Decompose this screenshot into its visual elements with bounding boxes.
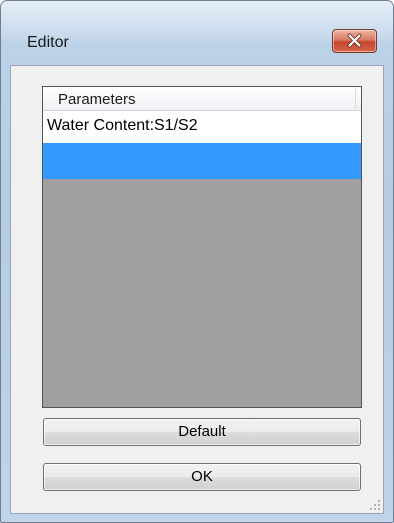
ok-button[interactable]: OK — [43, 463, 361, 491]
parameters-list[interactable]: Parameters Water Content:S1/S2 — [42, 86, 362, 408]
list-item-label: Water Content:S1/S2 — [47, 117, 198, 134]
dialog-body: Parameters Water Content:S1/S2 Default O… — [10, 65, 384, 514]
list-item-selected[interactable] — [43, 143, 361, 179]
column-header-label: Parameters — [58, 91, 136, 108]
close-button[interactable] — [332, 29, 377, 53]
ok-button-label: OK — [191, 468, 213, 485]
default-button-label: Default — [178, 423, 226, 440]
close-icon — [347, 33, 362, 48]
list-header: Parameters — [43, 87, 361, 111]
title-bar[interactable]: Editor — [1, 1, 393, 53]
editor-window: Editor Parameters Water Content:S1/S2 De… — [0, 0, 394, 523]
default-button[interactable]: Default — [43, 418, 361, 446]
column-header-parameters[interactable]: Parameters — [43, 87, 356, 109]
window-title: Editor — [27, 34, 69, 51]
list-item[interactable]: Water Content:S1/S2 — [43, 111, 361, 143]
resize-grip-icon[interactable] — [369, 499, 381, 511]
